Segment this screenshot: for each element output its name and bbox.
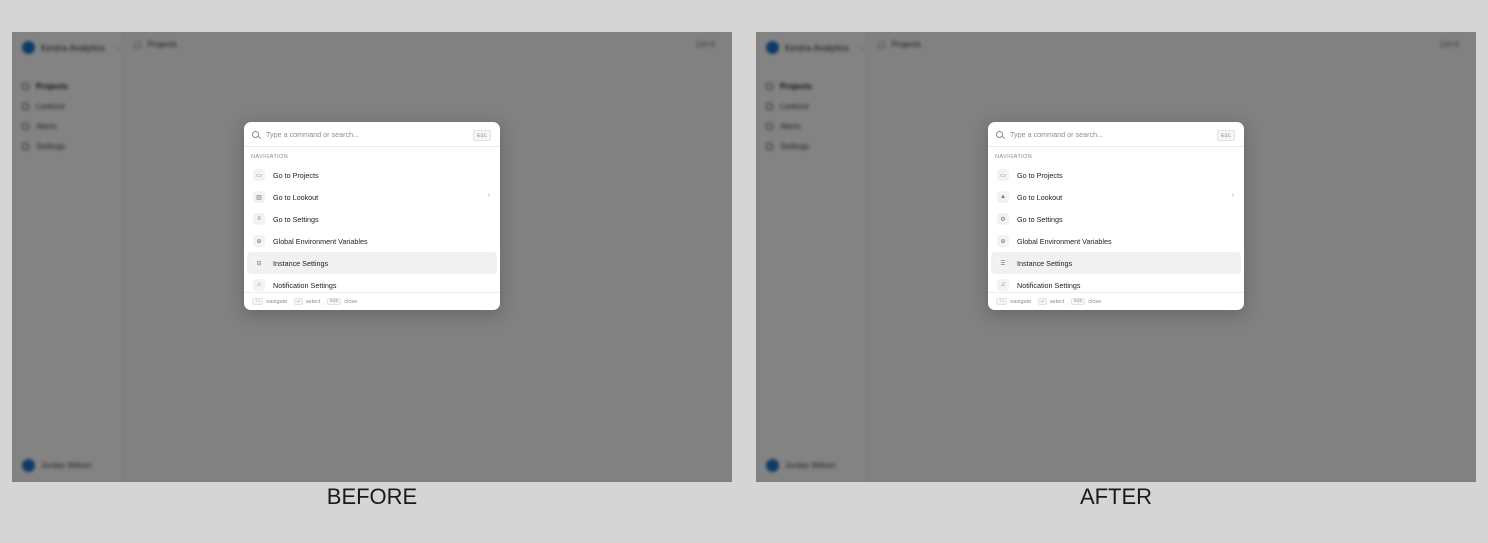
section-label-navigation: NAVIGATION	[251, 154, 289, 160]
arrow-keys-badge: ↑↓	[996, 298, 1008, 305]
server-icon: ⊟	[253, 257, 265, 269]
search-icon	[996, 130, 1003, 138]
globe-icon: ⊕	[253, 235, 265, 247]
caption-after: AFTER	[1079, 484, 1153, 509]
hint-label: select	[1049, 298, 1065, 305]
hint-select: ↵ select	[1038, 298, 1064, 305]
command-item-label: Global Environment Variables	[273, 236, 368, 246]
bell-icon: ⌂	[253, 279, 265, 291]
hint-label: close	[344, 298, 358, 305]
command-search-input[interactable]	[1010, 129, 1236, 139]
section-label-navigation: NAVIGATION	[995, 154, 1033, 160]
command-item-go-to-settings[interactable]: ⚙ Go to Settings	[991, 208, 1241, 230]
hint-select: ↵ select	[294, 298, 320, 305]
command-search-bar: ESC	[988, 122, 1244, 147]
chevron-right-icon: ›	[1231, 192, 1234, 199]
hint-label: select	[305, 298, 321, 305]
esc-key-badge: ESC	[327, 298, 342, 305]
command-item-label: Go to Projects	[1017, 170, 1063, 180]
arrow-keys-badge: ↑↓	[252, 298, 264, 305]
command-item-instance-settings[interactable]: ⊟ Instance Settings	[247, 252, 497, 274]
enter-key-badge: ↵	[294, 298, 303, 305]
sliders-icon: ≡	[253, 213, 265, 225]
enter-key-badge: ↵	[1038, 298, 1047, 305]
esc-key-badge: ESC	[1071, 298, 1086, 305]
folder-icon: ▭	[253, 169, 265, 181]
command-item-label: Instance Settings	[1017, 258, 1073, 268]
command-palette: ESC NAVIGATION ▭ Go to Projects ▲ Go to …	[988, 122, 1244, 310]
hint-label: navigate	[266, 298, 288, 305]
command-item-go-to-lookout[interactable]: ▥ Go to Lookout ›	[247, 186, 497, 208]
hint-navigate: ↑↓ navigate	[996, 298, 1031, 305]
command-palette: ESC NAVIGATION ▭ Go to Projects ▥ Go to …	[244, 122, 500, 310]
gear-icon: ⚙	[997, 213, 1009, 225]
command-item-instance-settings[interactable]: ☰ Instance Settings	[991, 252, 1241, 274]
command-item-go-to-settings[interactable]: ≡ Go to Settings	[247, 208, 497, 230]
command-search-input[interactable]	[266, 129, 492, 139]
command-item-global-environment-variables[interactable]: ⊕ Global Environment Variables	[247, 230, 497, 252]
hint-navigate: ↑↓ navigate	[252, 298, 287, 305]
folder-icon: ▭	[997, 169, 1009, 181]
chevron-right-icon: ›	[487, 192, 490, 199]
command-palette-footer: ↑↓ navigate ↵ select ESC close	[244, 292, 500, 310]
command-item-global-environment-variables[interactable]: ⊕ Global Environment Variables	[991, 230, 1241, 252]
command-item-label: Instance Settings	[273, 258, 329, 268]
command-item-label: Notification Settings	[1017, 280, 1081, 290]
command-search-bar: ESC	[244, 122, 500, 147]
command-item-label: Go to Settings	[1017, 214, 1063, 224]
command-item-go-to-projects[interactable]: ▭ Go to Projects	[247, 164, 497, 186]
command-item-label: Go to Settings	[273, 214, 319, 224]
esc-key-badge[interactable]: ESC	[473, 130, 491, 141]
before-screenshot: Kestra Analytics ⌄ Projects Lookout Aler…	[12, 32, 732, 482]
after-screenshot: Kestra Analytics ⌄ Projects Lookout Aler…	[756, 32, 1476, 482]
command-list: ▭ Go to Projects ▲ Go to Lookout › ⚙ Go …	[991, 164, 1241, 296]
hint-label: close	[1088, 298, 1102, 305]
hint-close: ESC close	[327, 298, 357, 305]
hint-label: navigate	[1010, 298, 1032, 305]
hint-close: ESC close	[1071, 298, 1101, 305]
command-item-label: Global Environment Variables	[1017, 236, 1112, 246]
search-icon	[252, 130, 259, 138]
caption-before: BEFORE	[326, 484, 418, 509]
bar-chart-icon: ▥	[253, 191, 265, 203]
command-item-label: Go to Projects	[273, 170, 319, 180]
bar-chart-icon: ▲	[997, 191, 1009, 203]
command-item-go-to-projects[interactable]: ▭ Go to Projects	[991, 164, 1241, 186]
command-list: ▭ Go to Projects ▥ Go to Lookout › ≡ Go …	[247, 164, 497, 296]
command-palette-footer: ↑↓ navigate ↵ select ESC close	[988, 292, 1244, 310]
esc-key-badge[interactable]: ESC	[1217, 130, 1235, 141]
server-icon: ☰	[997, 257, 1009, 269]
globe-icon: ⊕	[997, 235, 1009, 247]
bell-icon: ♫	[997, 279, 1009, 291]
command-item-go-to-lookout[interactable]: ▲ Go to Lookout ›	[991, 186, 1241, 208]
command-item-label: Go to Lookout	[1017, 192, 1063, 202]
command-item-label: Notification Settings	[273, 280, 337, 290]
command-item-label: Go to Lookout	[273, 192, 319, 202]
